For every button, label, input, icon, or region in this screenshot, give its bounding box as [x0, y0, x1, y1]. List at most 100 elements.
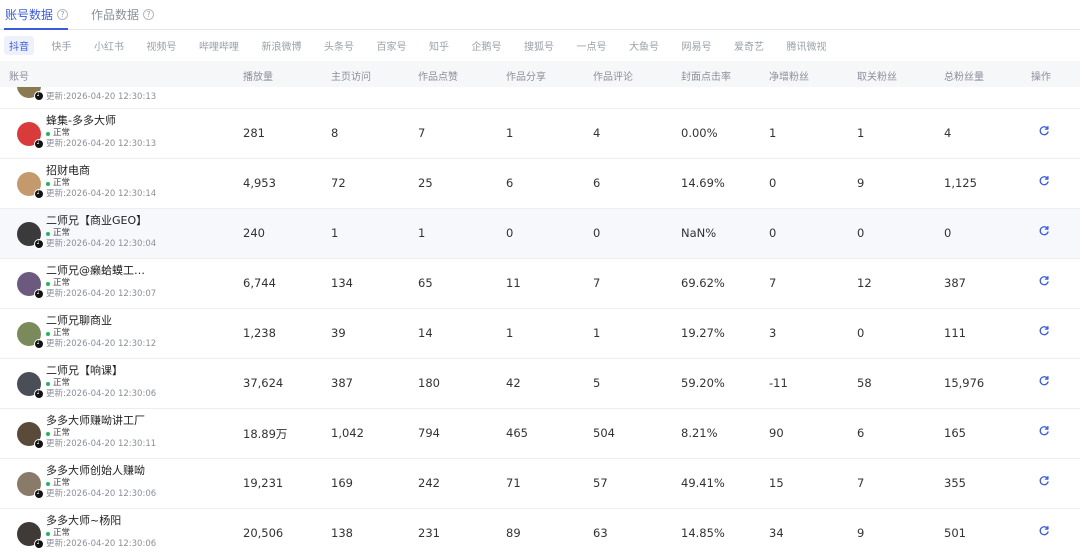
table-header: 账号 播放量 主页访问 作品点赞 作品分享 作品评论 封面点击率 净增粉丝 取关粉丝 总粉丝量 操作 [0, 61, 1080, 87]
cell-ctr: NaN% [681, 226, 717, 240]
cell-ctr: 0.00% [681, 126, 718, 140]
tab-account-data[interactable]: 账号数据 ? [4, 0, 69, 30]
cell-shares: 89 [506, 526, 521, 540]
cell-shares: 1 [506, 126, 514, 140]
status-dot-icon [46, 531, 50, 536]
account-cell: 二师兄聊商业正常更新:2026-04-20 12:30:12 [17, 314, 156, 350]
cell-ctr: 49.41% [681, 476, 725, 490]
cell-plays: 1,238 [243, 326, 276, 340]
column-header: 总粉丝量 [944, 72, 984, 83]
cell-comments: 0 [593, 226, 601, 240]
question-icon[interactable]: ? [57, 8, 69, 20]
tab-works-data[interactable]: 作品数据 ? [90, 0, 155, 29]
status-badge: 正常 [46, 278, 156, 289]
table-row-partial: 更新:2026-04-20 12:30:13 [0, 87, 1080, 109]
cell-plays: 6,744 [243, 276, 276, 290]
cell-unfollows: 9 [857, 176, 865, 190]
platform-tab[interactable]: 搜狐号 [519, 36, 559, 55]
cell-likes: 1 [418, 226, 426, 240]
cell-total-fans: 501 [944, 526, 966, 540]
row-updated-time: 更新:2026-04-20 12:30:14 [46, 189, 157, 199]
column-header: 取关粉丝 [857, 72, 897, 83]
account-name: 蜂集-多多大师 [46, 114, 116, 127]
platform-tab[interactable]: 抖音 [4, 36, 34, 55]
cell-visits: 169 [331, 476, 353, 490]
platform-tab[interactable]: 视频号 [142, 36, 182, 55]
account-cell: 二师兄【商业GEO】正常更新:2026-04-20 12:30:04 [17, 214, 157, 250]
cell-visits: 387 [331, 376, 353, 390]
cell-shares: 0 [506, 226, 514, 240]
platform-tab[interactable]: 腾讯微视 [782, 36, 832, 55]
platform-tab[interactable]: 爱奇艺 [729, 36, 769, 55]
refresh-icon[interactable] [1038, 325, 1050, 337]
status-dot-icon [46, 481, 50, 486]
douyin-badge-icon [34, 338, 44, 349]
cell-unfollows: 12 [857, 276, 872, 290]
table-row: 多多大师~杨阳正常更新:2026-04-20 12:30:06 20,506 138… [0, 509, 1080, 555]
platform-tab[interactable]: 快手 [47, 36, 77, 55]
cell-likes: 180 [418, 376, 440, 390]
platform-tab[interactable]: 知乎 [424, 36, 454, 55]
cell-comments: 504 [593, 426, 615, 440]
cell-total-fans: 1,125 [944, 176, 977, 190]
cell-shares: 11 [506, 276, 521, 290]
tab-account-data-label: 账号数据 [5, 7, 54, 22]
refresh-icon[interactable] [1038, 375, 1050, 387]
refresh-icon[interactable] [1038, 175, 1050, 187]
platform-tab[interactable]: 头条号 [319, 36, 359, 55]
cell-unfollows: 1 [857, 126, 865, 140]
table-row: 二师兄【商业GEO】正常更新:2026-04-20 12:30:04 240 1 1 0… [0, 209, 1080, 259]
platform-tab[interactable]: 小红书 [89, 36, 129, 55]
cell-ctr: 14.69% [681, 176, 725, 190]
row-updated-time: 更新:2026-04-20 12:30:06 [46, 389, 157, 399]
refresh-icon[interactable] [1038, 425, 1050, 437]
platform-tab[interactable]: 一点号 [572, 36, 612, 55]
cell-net-fans: 90 [769, 426, 784, 440]
refresh-icon[interactable] [1038, 125, 1050, 137]
platform-tab[interactable]: 企鹅号 [467, 36, 507, 55]
row-updated-time: 更新:2026-04-20 12:30:13 [46, 139, 157, 149]
cell-likes: 794 [418, 426, 440, 440]
row-updated-time: 更新:2026-04-20 12:30:13 [46, 92, 157, 102]
row-updated-time: 更新:2026-04-20 12:30:06 [46, 539, 157, 549]
refresh-icon[interactable] [1038, 475, 1050, 487]
row-updated-time: 更新:2026-04-20 12:30:07 [46, 289, 157, 299]
refresh-icon[interactable] [1038, 225, 1050, 237]
row-updated-time: 更新:2026-04-20 12:30:04 [46, 239, 157, 249]
status-dot-icon [46, 281, 50, 286]
account-cell: 二师兄【响课】正常更新:2026-04-20 12:30:06 [17, 364, 157, 400]
account-cell: 招财电商正常更新:2026-04-20 12:30:14 [17, 164, 157, 200]
platform-tab[interactable]: 网易号 [677, 36, 717, 55]
table-row: 蜂集-多多大师正常更新:2026-04-20 12:30:13 281 8 7 1 4 0.… [0, 109, 1080, 159]
status-dot-icon [46, 131, 50, 136]
cell-visits: 8 [331, 126, 339, 140]
cell-net-fans: 15 [769, 476, 784, 490]
column-header: 操作 [1031, 72, 1051, 83]
cell-total-fans: 355 [944, 476, 966, 490]
platform-tabs: 抖音 快手 小红书 视频号 哔哩哔哩 新浪微博 头条号 百家号 知乎 企鹅号 搜狐号 一点号 大鱼号 网易… [0, 30, 1080, 61]
column-header: 作品点赞 [418, 72, 458, 83]
refresh-icon[interactable] [1038, 525, 1050, 537]
douyin-badge-icon [34, 388, 44, 399]
cell-plays: 240 [243, 226, 265, 240]
douyin-badge-icon [34, 288, 44, 299]
table-row: 多多大师赚呦讲工厂正常更新:2026-04-20 12:30:11 18.89万 1… [0, 409, 1080, 459]
douyin-badge-icon [34, 90, 44, 101]
avatar [17, 472, 44, 499]
account-name: 招财电商 [46, 164, 90, 177]
question-icon[interactable]: ? [143, 8, 155, 20]
cell-net-fans: 1 [769, 126, 777, 140]
cell-visits: 134 [331, 276, 353, 290]
status-dot-icon [46, 231, 50, 236]
cell-shares: 42 [506, 376, 521, 390]
platform-tab[interactable]: 大鱼号 [624, 36, 664, 55]
cell-unfollows: 9 [857, 526, 865, 540]
cell-visits: 72 [331, 176, 346, 190]
platform-tab[interactable]: 新浪微博 [257, 36, 307, 55]
refresh-icon[interactable] [1038, 275, 1050, 287]
platform-tab[interactable]: 百家号 [372, 36, 412, 55]
avatar [17, 172, 44, 199]
platform-tab[interactable]: 哔哩哔哩 [194, 36, 244, 55]
status-badge: 正常 [46, 428, 156, 439]
cell-net-fans: 7 [769, 276, 777, 290]
